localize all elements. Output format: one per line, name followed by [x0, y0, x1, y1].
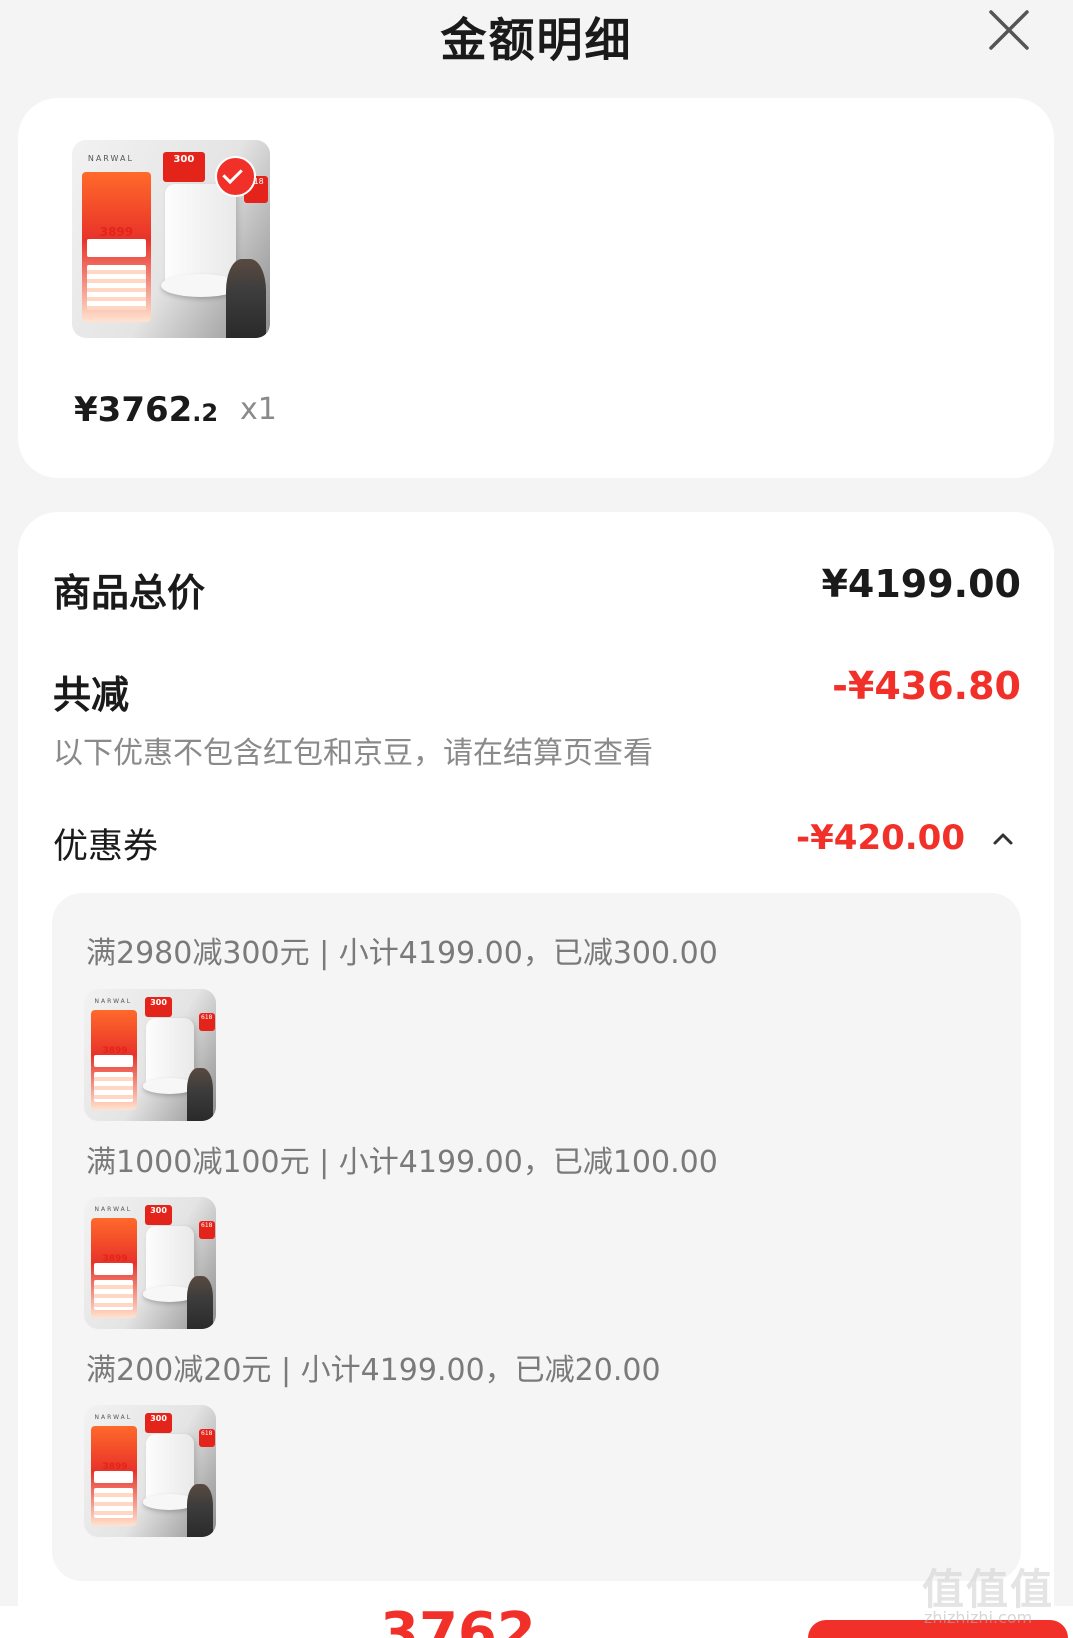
page-title: 金额明细	[440, 13, 633, 67]
robot-vacuum-illustration	[143, 1434, 196, 1510]
header: 金额明细	[0, 0, 1073, 70]
event-tag: 618	[198, 1428, 215, 1448]
person-illustration	[186, 1276, 214, 1329]
watermark-text: zhizhizhi.com	[924, 1608, 1033, 1627]
total-price-label: 商品总价	[53, 571, 206, 615]
brand-logo: NARWAL	[94, 998, 133, 1006]
discount-badge: 300	[163, 151, 205, 182]
coupon-rule-2: 满1000减100元 | 小计4199.00，已减100.00	[86, 1145, 718, 1180]
poster-price: 3899	[102, 1253, 128, 1264]
promo-poster	[81, 171, 152, 323]
brand-logo: NARWAL	[87, 153, 134, 163]
total-price-value: ¥4199.00	[821, 562, 1021, 606]
product-image[interactable]: NARWAL 3899 300 618	[72, 140, 270, 338]
product-price-main: ¥3762	[74, 390, 193, 430]
person-illustration	[186, 1068, 214, 1121]
coupon-label[interactable]: 优惠券	[53, 818, 158, 869]
coupon-product-image-2[interactable]: NARWAL 3899 300 618	[84, 1197, 216, 1329]
discount-badge: 300	[144, 1412, 173, 1433]
close-icon[interactable]	[985, 6, 1033, 54]
robot-vacuum-illustration	[143, 1018, 196, 1094]
brand-logo: NARWAL	[94, 1414, 133, 1422]
coupon-product-image-3[interactable]: NARWAL 3899 300 618	[84, 1405, 216, 1537]
event-tag: 618	[198, 1012, 215, 1032]
watermark: 值值值 zhizhizhi.com	[922, 1556, 1062, 1628]
footer-price: 3762	[380, 1606, 536, 1638]
product-price-decimal: .2	[192, 399, 219, 427]
product-price: ¥3762.2	[74, 390, 218, 430]
coupon-rule-1: 满2980减300元 | 小计4199.00，已减300.00	[86, 936, 718, 971]
product-quantity: x1	[240, 392, 277, 427]
coupon-value[interactable]: -¥420.00	[796, 818, 965, 858]
total-reduction-label: 共减	[53, 673, 130, 717]
promo-poster	[90, 1010, 137, 1111]
robot-vacuum-illustration	[160, 183, 241, 297]
discount-badge: 300	[144, 996, 173, 1017]
discount-note: 以下优惠不包含红包和京豆，请在结算页查看	[53, 736, 653, 771]
poster-price: 3899	[102, 1045, 128, 1056]
brand-logo: NARWAL	[94, 1206, 133, 1214]
person-illustration	[186, 1484, 214, 1537]
chevron-up-icon[interactable]	[992, 828, 1014, 850]
poster-price: 3899	[99, 225, 134, 240]
discount-badge: 300	[144, 1204, 173, 1225]
coupon-rule-3: 满200减20元 | 小计4199.00，已减20.00	[86, 1353, 661, 1388]
promo-poster	[90, 1218, 137, 1319]
total-reduction-value: -¥436.80	[832, 664, 1021, 708]
coupon-product-image-1[interactable]: NARWAL 3899 300 618	[84, 989, 216, 1121]
person-illustration	[226, 258, 267, 338]
poster-price: 3899	[102, 1461, 128, 1472]
robot-vacuum-illustration	[143, 1226, 196, 1302]
promo-poster	[90, 1426, 137, 1527]
event-tag: 618	[198, 1220, 215, 1240]
